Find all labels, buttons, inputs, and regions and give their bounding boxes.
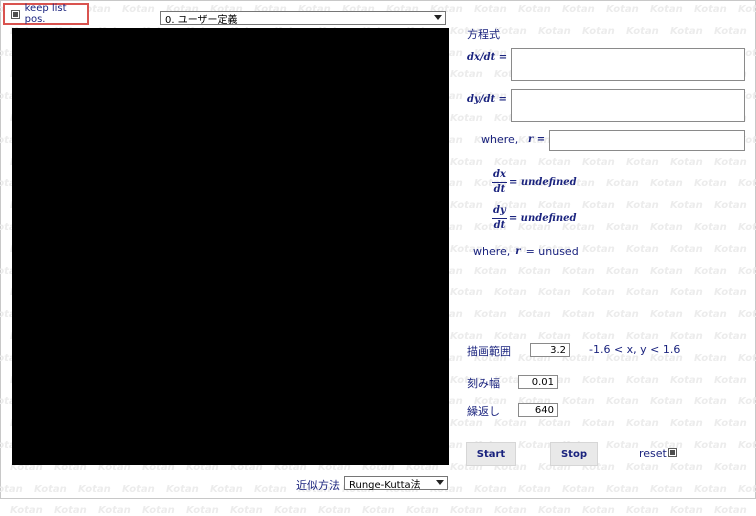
watermark-text: Kotan: [406, 505, 439, 516]
reset-label: reset: [639, 447, 667, 460]
dx-fraction: dx dt: [492, 169, 507, 195]
watermark-text: Kotan: [186, 505, 219, 516]
checkbox-check-icon: [670, 450, 675, 455]
where-label: where,: [481, 133, 519, 146]
watermark-text: Kotan: [318, 505, 351, 516]
repeat-input[interactable]: 640: [518, 403, 558, 417]
repeat-label: 繰返し: [467, 405, 500, 418]
r-input[interactable]: [549, 130, 745, 151]
r-preview: where, r = unused: [473, 245, 579, 258]
equation-heading: 方程式: [467, 28, 500, 41]
keep-list-label: keep list pos.: [24, 3, 67, 25]
watermark-text: Kotan: [362, 505, 395, 516]
dx-preview-value: = undefined: [508, 177, 577, 188]
plot-canvas[interactable]: [12, 28, 449, 465]
range-label: 描画範囲: [467, 345, 511, 358]
method-select-value: Runge-Kutta法: [349, 479, 421, 491]
watermark-text: Kotan: [494, 505, 527, 516]
watermark-text: Kotan: [142, 505, 175, 516]
r-preview-where: where,: [473, 245, 511, 258]
method-select[interactable]: Runge-Kutta法: [344, 476, 448, 491]
r-label: r =: [528, 134, 546, 145]
reset-checkbox[interactable]: [668, 448, 677, 457]
watermark-text: Kotan: [538, 505, 571, 516]
dy-preview-value: = undefined: [508, 213, 577, 224]
watermark-text: Kotan: [230, 505, 263, 516]
watermark-text: Kotan: [626, 505, 659, 516]
keep-list-toggle[interactable]: keep list pos.: [3, 3, 89, 25]
dy-fraction: dy dt: [492, 205, 507, 231]
r-preview-value: = unused: [525, 245, 579, 258]
watermark-text: Kotan: [54, 505, 87, 516]
watermark-text: Kotan: [274, 505, 307, 516]
r-preview-var: r: [515, 246, 521, 257]
equation-select-value: 0. ユーザー定義: [165, 14, 238, 26]
chevron-down-icon: [436, 480, 444, 485]
watermark-text: Kotan: [10, 505, 43, 516]
watermark-text: Kotan: [714, 505, 747, 516]
method-label: 近似方法: [296, 479, 340, 492]
dx-dt-label: dx/dt =: [467, 52, 508, 63]
stop-button[interactable]: Stop: [550, 442, 598, 466]
range-input[interactable]: 3.2: [530, 343, 570, 357]
start-button[interactable]: Start: [466, 442, 516, 466]
watermark-text: Kotan: [98, 505, 131, 516]
range-expression: -1.6 < x, y < 1.6: [589, 343, 681, 356]
dy-preview: dy dt = undefined: [492, 205, 576, 232]
chevron-down-icon: [434, 15, 442, 20]
step-input[interactable]: 0.01: [518, 375, 558, 389]
watermark-text: Kotan: [670, 505, 703, 516]
dy-dt-label: dy/dt =: [467, 94, 507, 105]
dx-preview: dx dt = undefined: [492, 169, 577, 196]
step-label: 刻み幅: [467, 377, 500, 390]
dy-dt-input[interactable]: [511, 89, 745, 122]
checkbox-check-icon: [12, 11, 18, 17]
equation-select[interactable]: 0. ユーザー定義: [160, 11, 446, 26]
dx-dt-input[interactable]: [511, 48, 745, 81]
keep-list-checkbox[interactable]: [11, 9, 20, 19]
watermark-text: Kotan: [450, 505, 483, 516]
watermark-text: Kotan: [582, 505, 615, 516]
